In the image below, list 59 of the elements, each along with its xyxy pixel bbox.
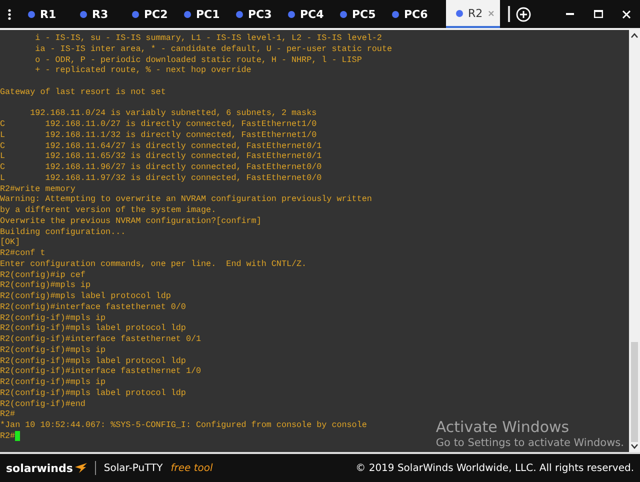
session-tab[interactable]: R2 [446, 0, 500, 28]
terminal-line: R2#conf t [0, 248, 46, 259]
terminal-line: i - IS-IS, su - IS-IS summary, L1 - IS-IS level-1, L2 - IS-IS level-2 [34, 33, 382, 44]
terminal-line: R2(config-if)#mpls ip [0, 312, 106, 324]
scroll-up-icon[interactable] [631, 33, 638, 38]
terminal-line: R2(config-if)#interface fastethernet 1/0 [0, 366, 202, 377]
terminal-line: R2(config-if)#mpls label protocol ldp [0, 388, 186, 398]
terminal-line: Building configuration... [0, 226, 126, 238]
session-tab[interactable]: PC1 [174, 0, 226, 28]
terminal-line: L 192.168.11.1/32 is directly connected, FastEthernet1/0 [0, 130, 317, 140]
terminal-line: R2(config-if)#mpls label protocol ldp [0, 356, 186, 366]
session-tab[interactable]: R3 [70, 0, 122, 28]
session-tab[interactable]: PC5 [330, 0, 382, 28]
scrollbar[interactable] [629, 30, 640, 452]
scroll-thumb[interactable] [631, 342, 638, 442]
terminal-line: R2(config)#ip cef [0, 270, 86, 280]
terminal-line: C 192.168.11.0/27 is directly connected, FastEthernet1/0 [0, 119, 317, 130]
activation-title: Activate Windows [436, 418, 570, 436]
terminal-line: R2(config-if)#interface fastethernet 0/1 [0, 334, 202, 345]
terminal-line: 192.168.11.0/24 is variably subnetted, 6 subnets, 2 masks [29, 108, 317, 119]
terminal-line: R2#write memory [0, 184, 76, 194]
terminal-line: ia - IS-IS inter area, * - candidate default, U - per-user static route [34, 44, 392, 54]
scroll-down-icon[interactable] [631, 444, 638, 449]
terminal-line: R2(config-if)#mpls ip [0, 377, 106, 388]
terminal-line: by a different version of the system image. [0, 205, 216, 216]
terminal-line: Enter configuration commands, one per line. End with CNTL/Z. [0, 258, 307, 270]
terminal-line: R2(config)#interface fastethernet 0/0 [0, 302, 186, 312]
session-tab[interactable]: PC2 [122, 0, 174, 28]
activation-message: Go to Settings to activate Windows. [436, 437, 624, 449]
tagline: free tool [170, 462, 213, 474]
terminal-line: Overwrite the previous NVRAM configuration?[confirm] [0, 216, 262, 226]
session-tab[interactable]: PC4 [278, 0, 330, 28]
terminal-line: *Jan 10 10:52:44.067: %SYS-5-CONFIG_I: Configured from console by console [0, 420, 367, 431]
terminal-line: [OK] [0, 237, 20, 248]
maximize-icon[interactable] [594, 10, 602, 18]
session-tab[interactable]: PC3 [226, 0, 278, 28]
terminal-prompt: R2# [0, 430, 16, 442]
more-icon[interactable] [8, 8, 10, 20]
session-tab[interactable]: PC6 [382, 0, 434, 28]
terminal-line: Gateway of last resort is not set [0, 86, 166, 98]
terminal-line: + - replicated route, % - next hop override [34, 65, 252, 76]
copyright-text: © 2019 SolarWinds Worldwide, LLC. All rights reserved. [356, 462, 634, 474]
terminal-line: R2(config-if)#end [0, 398, 86, 410]
add-tab-icon[interactable] [516, 6, 531, 22]
terminal-line: R2# [0, 409, 16, 420]
terminal-line: C 192.168.11.64/27 is directly connected, FastEthernet0/1 [0, 140, 322, 152]
session-tab[interactable]: R1 [18, 0, 70, 28]
terminal-line: L 192.168.11.97/32 is directly connected, FastEthernet0/0 [0, 172, 322, 184]
product-name: Solar-PuTTY [104, 462, 163, 474]
brand-name: solarwinds [6, 462, 73, 474]
terminal-line: R2(config-if)#mpls label protocol ldp [0, 323, 186, 334]
terminal-line: Warning: Attempting to overwrite an NVRAM configuration previously written [0, 194, 372, 205]
terminal-line: R2(config-if)#mpls ip [0, 344, 106, 356]
terminal-line: C 192.168.11.96/27 is directly connected, FastEthernet0/0 [0, 162, 322, 173]
terminal-line: o - ODR, P - periodic downloaded static route, H - NHRP, l - LISP [34, 54, 362, 66]
terminal-line: R2(config)#mpls ip [0, 280, 90, 291]
terminal-line: R2(config)#mpls label protocol ldp [0, 291, 171, 302]
terminal-line: L 192.168.11.65/32 is directly connected, FastEthernet0/1 [0, 151, 322, 162]
cursor-block [15, 431, 20, 442]
